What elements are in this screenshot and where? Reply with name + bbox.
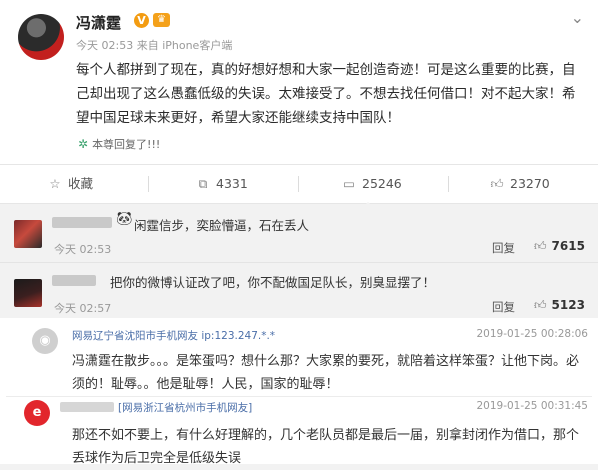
commenter-name-blurred bbox=[52, 217, 112, 228]
star-icon: ☆ bbox=[49, 176, 61, 191]
divider bbox=[448, 176, 449, 192]
netease-user[interactable]: [网易浙江省杭州市手机网友] bbox=[118, 400, 252, 415]
comment-item: 🐼︎ 闲霆信步，奕脸懵逼，石在丢人 今天 02:53 回复 👍︎ 7615 bbox=[0, 208, 598, 262]
reply-button[interactable]: 回复 bbox=[492, 240, 515, 256]
netease-comment-text: 那还不如不要上，有什么好理解的，几个老队员都是最后一届，别拿封闭作为借口，那个丢… bbox=[72, 428, 580, 466]
like-count: 23270 bbox=[510, 176, 550, 191]
commenter-avatar[interactable] bbox=[14, 220, 42, 248]
like-button[interactable]: 👍︎ 23270 bbox=[490, 165, 550, 203]
comment-icon: ▭ bbox=[343, 176, 355, 191]
comment-button[interactable]: ▭ 25246 bbox=[342, 165, 402, 203]
thumbs-up-icon: 👍︎ bbox=[534, 239, 547, 253]
post-action-bar: ☆ 收藏 ⧉ 4331 ▭ 25246 👍︎ 23270 bbox=[0, 164, 598, 204]
comment-text: 把你的微博认证改了吧，你不配做国足队长，别臭显摆了！ bbox=[110, 275, 436, 290]
netease-user[interactable]: 网易辽宁省沈阳市手机网友 ip:123.247.*.* bbox=[72, 328, 275, 343]
author-name[interactable]: 冯潇霆 bbox=[76, 12, 121, 33]
comment-like-button[interactable]: 👍︎ 7615 bbox=[534, 239, 585, 254]
chevron-down-icon[interactable]: ⌄ bbox=[571, 8, 584, 27]
anonymous-user-icon: ◉ bbox=[32, 328, 58, 354]
vip-crown-icon: ♛ bbox=[153, 13, 170, 27]
replied-icon: ✲ bbox=[78, 137, 89, 151]
thumbs-up-icon: 👍︎ bbox=[490, 176, 504, 191]
weibo-post: 冯潇霆 V ♛ ⌄ 今天 02:53 来自 iPhone客户端 每个人都拼到了现… bbox=[0, 0, 598, 164]
comment-like-button[interactable]: 👍︎ 5123 bbox=[534, 298, 585, 313]
repost-count: 4331 bbox=[216, 176, 248, 191]
comment-text: 闲霆信步，奕脸懵逼，石在丢人 bbox=[134, 218, 310, 233]
repost-button[interactable]: ⧉ 4331 bbox=[196, 165, 248, 203]
thumbs-up-icon: 👍︎ bbox=[534, 298, 547, 312]
netease-date: 2019-01-25 00:31:45 bbox=[476, 400, 588, 412]
comment-like-count: 7615 bbox=[551, 239, 585, 253]
divider bbox=[298, 176, 299, 192]
netease-logo-icon: e bbox=[24, 400, 50, 426]
favorite-button[interactable]: ☆ 收藏 bbox=[48, 165, 93, 203]
comment-time: 今天 02:57 bbox=[54, 302, 112, 315]
favorite-label: 收藏 bbox=[68, 176, 94, 191]
panda-emoji-icon: 🐼︎ bbox=[116, 212, 133, 227]
replied-note: ✲ 本尊回复了!!! bbox=[78, 136, 160, 152]
netease-date: 2019-01-25 00:28:06 bbox=[476, 328, 588, 340]
netease-comment-text: 冯潇霆在散步。。。是笨蛋吗？想什么那？大家累的要死，就陪着这样笨蛋？让他下岗。必… bbox=[72, 354, 580, 392]
comment-like-count: 5123 bbox=[551, 298, 585, 312]
comment-count: 25246 bbox=[362, 176, 402, 191]
divider bbox=[6, 396, 592, 397]
replied-label: 本尊回复了!!! bbox=[92, 138, 161, 151]
repost-icon: ⧉ bbox=[198, 176, 208, 191]
netease-comments: ◉ 网易辽宁省沈阳市手机网友 ip:123.247.*.* 2019-01-25… bbox=[0, 318, 598, 466]
comment-item: 把你的微博认证改了吧，你不配做国足队长，别臭显摆了！ 今天 02:57 回复 👍… bbox=[0, 262, 598, 317]
post-content: 每个人都拼到了现在，真的好想好想和大家一起创造奇迹！可是这么重要的比赛，自己却出… bbox=[76, 62, 576, 126]
reply-button[interactable]: 回复 bbox=[492, 299, 515, 315]
verified-badge-icon: V bbox=[134, 13, 149, 28]
commenter-avatar[interactable] bbox=[14, 279, 42, 307]
author-avatar[interactable] bbox=[18, 14, 64, 60]
post-meta: 今天 02:53 来自 iPhone客户端 bbox=[76, 39, 233, 52]
divider bbox=[148, 176, 149, 192]
commenter-name-blurred bbox=[52, 275, 96, 286]
comment-time: 今天 02:53 bbox=[54, 243, 112, 256]
netease-name-blurred bbox=[60, 402, 114, 412]
